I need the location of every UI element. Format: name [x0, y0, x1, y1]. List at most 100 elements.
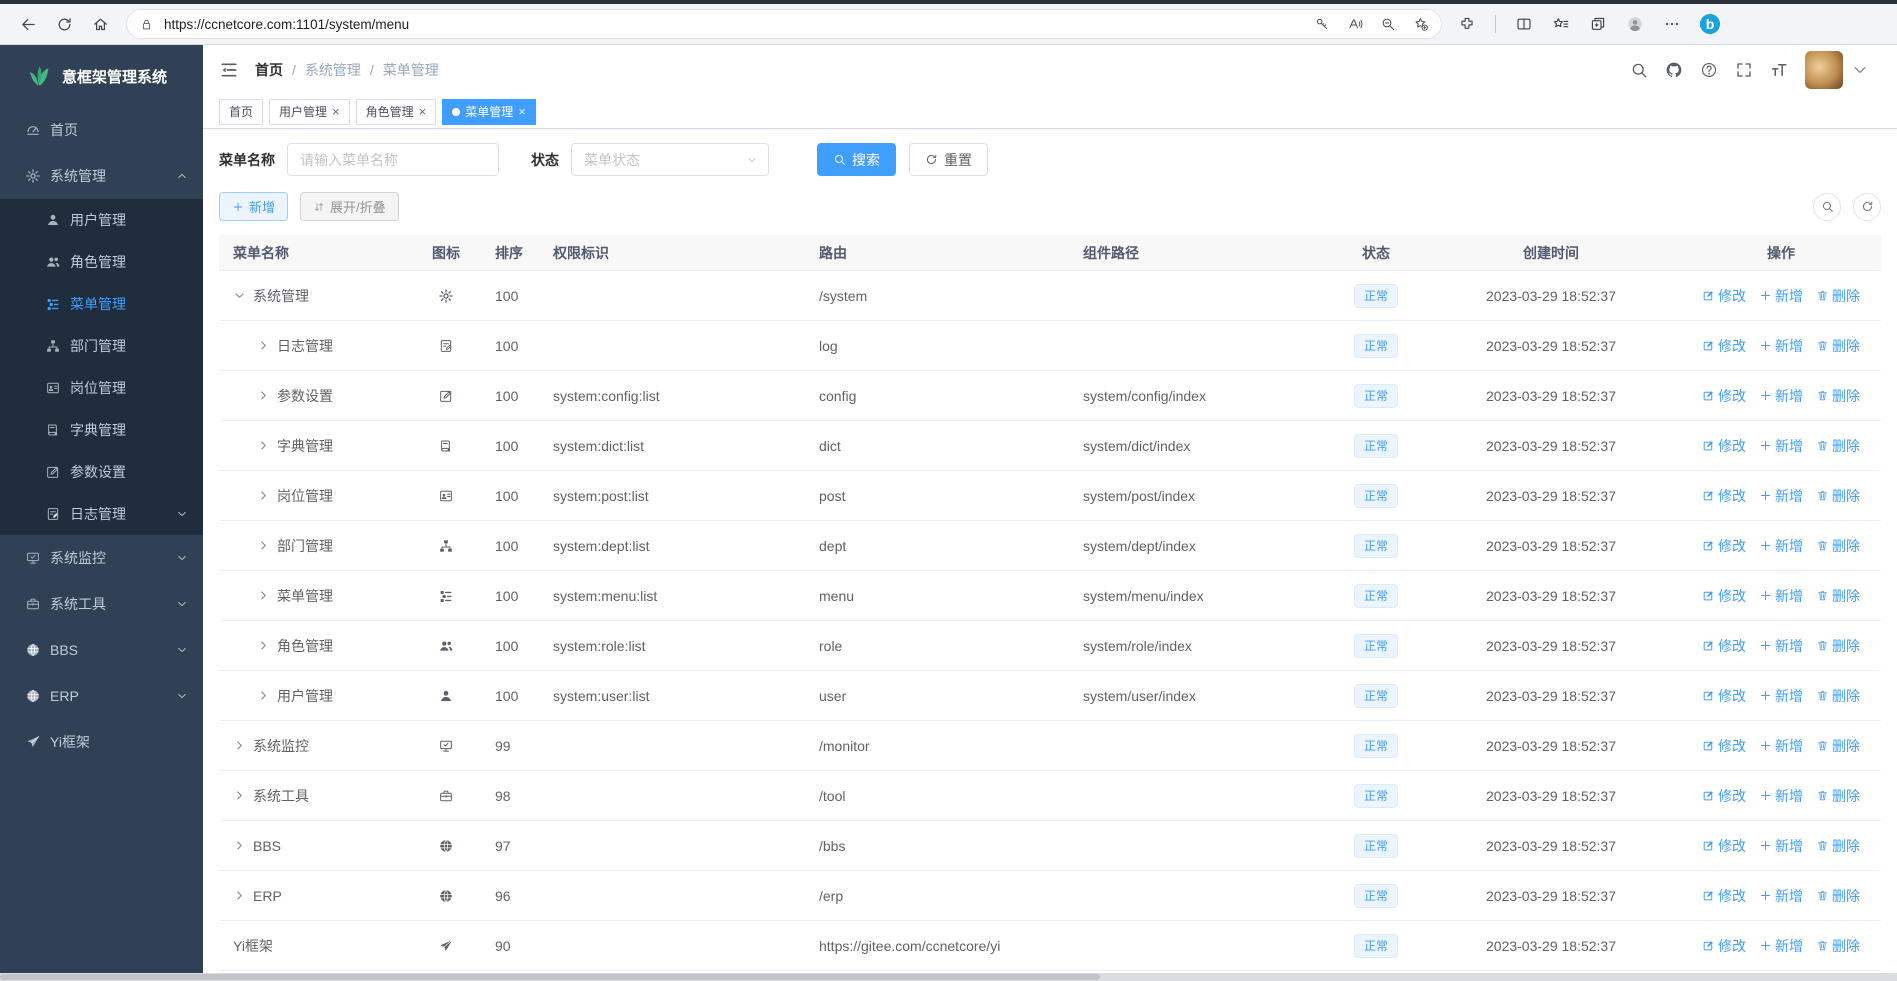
- row-action-新增[interactable]: 新增: [1759, 936, 1803, 956]
- sidebar-fold-icon[interactable]: [219, 60, 239, 80]
- row-action-新增[interactable]: 新增: [1759, 536, 1803, 556]
- split-screen-icon[interactable]: [1515, 15, 1533, 33]
- row-action-删除[interactable]: 删除: [1816, 486, 1860, 506]
- row-action-删除[interactable]: 删除: [1816, 336, 1860, 356]
- sidebar-item-系统工具[interactable]: 系统工具: [0, 581, 203, 627]
- url-text[interactable]: https://ccnetcore.com:1101/system/menu: [164, 17, 1304, 32]
- expand-row-icon[interactable]: [257, 589, 270, 602]
- sidebar-item-岗位管理[interactable]: 岗位管理: [0, 367, 203, 409]
- row-action-新增[interactable]: 新增: [1759, 786, 1803, 806]
- row-action-删除[interactable]: 删除: [1816, 436, 1860, 456]
- row-action-删除[interactable]: 删除: [1816, 686, 1860, 706]
- user-avatar[interactable]: [1805, 51, 1843, 89]
- search-icon[interactable]: [1630, 61, 1648, 79]
- row-action-删除[interactable]: 删除: [1816, 286, 1860, 306]
- expand-row-icon[interactable]: [233, 789, 246, 802]
- row-action-删除[interactable]: 删除: [1816, 536, 1860, 556]
- profile-icon[interactable]: [1626, 15, 1644, 33]
- tab-菜单管理[interactable]: 菜单管理 ×: [442, 98, 536, 125]
- zoom-out-icon[interactable]: [1380, 16, 1396, 32]
- sidebar-item-用户管理[interactable]: 用户管理: [0, 199, 203, 241]
- question-icon[interactable]: [1700, 61, 1718, 79]
- address-bar[interactable]: https://ccnetcore.com:1101/system/menu: [126, 9, 1442, 39]
- sidebar-item-字典管理[interactable]: 字典管理: [0, 409, 203, 451]
- tab-首页[interactable]: 首页: [219, 98, 264, 125]
- horizontal-scrollbar[interactable]: [0, 973, 1897, 981]
- row-action-修改[interactable]: 修改: [1702, 286, 1746, 306]
- row-action-删除[interactable]: 删除: [1816, 586, 1860, 606]
- expand-row-icon[interactable]: [257, 689, 270, 702]
- row-action-修改[interactable]: 修改: [1702, 536, 1746, 556]
- status-select[interactable]: 菜单状态: [571, 143, 769, 176]
- sidebar-item-参数设置[interactable]: 参数设置: [0, 451, 203, 493]
- sidebar-item-日志管理[interactable]: 日志管理: [0, 493, 203, 535]
- font-size-icon[interactable]: [1770, 61, 1788, 79]
- row-action-修改[interactable]: 修改: [1702, 336, 1746, 356]
- row-action-删除[interactable]: 删除: [1816, 886, 1860, 906]
- row-action-删除[interactable]: 删除: [1816, 786, 1860, 806]
- row-action-修改[interactable]: 修改: [1702, 786, 1746, 806]
- reload-button[interactable]: [46, 8, 82, 40]
- add-button[interactable]: 新增: [219, 192, 289, 221]
- sidebar-item-部门管理[interactable]: 部门管理: [0, 325, 203, 367]
- lock-icon[interactable]: [139, 17, 154, 32]
- close-icon[interactable]: ×: [332, 105, 340, 118]
- row-action-修改[interactable]: 修改: [1702, 636, 1746, 656]
- search-mini-button[interactable]: [1813, 192, 1841, 221]
- row-action-新增[interactable]: 新增: [1759, 336, 1803, 356]
- row-action-新增[interactable]: 新增: [1759, 486, 1803, 506]
- menu-name-input[interactable]: [287, 143, 499, 176]
- expand-row-icon[interactable]: [257, 339, 270, 352]
- expand-row-icon[interactable]: [233, 839, 246, 852]
- favorite-add-icon[interactable]: [1413, 16, 1429, 32]
- search-button[interactable]: 搜索: [817, 143, 896, 176]
- row-action-修改[interactable]: 修改: [1702, 586, 1746, 606]
- close-icon[interactable]: ×: [419, 105, 427, 118]
- row-action-新增[interactable]: 新增: [1759, 686, 1803, 706]
- sidebar-item-系统管理[interactable]: 系统管理: [0, 153, 203, 199]
- collapse-row-icon[interactable]: [233, 289, 246, 302]
- back-button[interactable]: [10, 8, 46, 40]
- expand-row-icon[interactable]: [233, 739, 246, 752]
- row-action-修改[interactable]: 修改: [1702, 736, 1746, 756]
- bing-icon[interactable]: b: [1697, 11, 1723, 37]
- favorites-icon[interactable]: [1552, 15, 1570, 33]
- row-action-修改[interactable]: 修改: [1702, 386, 1746, 406]
- extensions-icon[interactable]: [1458, 15, 1476, 33]
- expand-row-icon[interactable]: [257, 439, 270, 452]
- row-action-新增[interactable]: 新增: [1759, 886, 1803, 906]
- read-aloud-icon[interactable]: [1347, 16, 1363, 32]
- row-action-新增[interactable]: 新增: [1759, 836, 1803, 856]
- row-action-修改[interactable]: 修改: [1702, 436, 1746, 456]
- expand-row-icon[interactable]: [257, 389, 270, 402]
- scrollbar-thumb[interactable]: [0, 974, 1101, 980]
- row-action-删除[interactable]: 删除: [1816, 386, 1860, 406]
- row-action-修改[interactable]: 修改: [1702, 486, 1746, 506]
- row-action-新增[interactable]: 新增: [1759, 586, 1803, 606]
- row-action-修改[interactable]: 修改: [1702, 936, 1746, 956]
- key-icon[interactable]: [1314, 16, 1330, 32]
- row-action-新增[interactable]: 新增: [1759, 436, 1803, 456]
- sidebar-item-首页[interactable]: 首页: [0, 107, 203, 153]
- row-action-新增[interactable]: 新增: [1759, 286, 1803, 306]
- expand-row-icon[interactable]: [257, 639, 270, 652]
- home-button[interactable]: [82, 8, 118, 40]
- sidebar-item-BBS[interactable]: BBS: [0, 627, 203, 673]
- collections-icon[interactable]: [1589, 15, 1607, 33]
- tab-用户管理[interactable]: 用户管理 ×: [269, 98, 350, 125]
- sidebar-item-Yi框架[interactable]: Yi框架: [0, 719, 203, 765]
- row-action-新增[interactable]: 新增: [1759, 636, 1803, 656]
- tab-角色管理[interactable]: 角色管理 ×: [355, 98, 437, 125]
- breadcrumb-item-首页[interactable]: 首页: [255, 60, 283, 80]
- sidebar-item-角色管理[interactable]: 角色管理: [0, 241, 203, 283]
- expand-collapse-button[interactable]: 展开/折叠: [300, 192, 399, 221]
- row-action-删除[interactable]: 删除: [1816, 936, 1860, 956]
- row-action-新增[interactable]: 新增: [1759, 386, 1803, 406]
- row-action-删除[interactable]: 删除: [1816, 636, 1860, 656]
- refresh-mini-button[interactable]: [1853, 192, 1881, 221]
- row-action-修改[interactable]: 修改: [1702, 686, 1746, 706]
- expand-row-icon[interactable]: [257, 489, 270, 502]
- sidebar-item-ERP[interactable]: ERP: [0, 673, 203, 719]
- sidebar-item-系统监控[interactable]: 系统监控: [0, 535, 203, 581]
- row-action-新增[interactable]: 新增: [1759, 736, 1803, 756]
